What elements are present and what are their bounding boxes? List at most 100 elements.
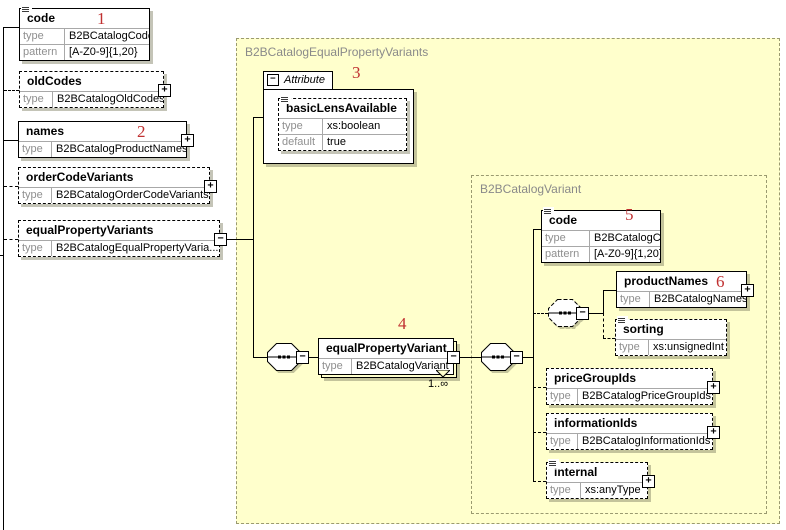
connector-line xyxy=(533,481,546,482)
connector-line xyxy=(4,186,18,187)
facet-name: type xyxy=(547,434,577,449)
expand-button-names[interactable]: + xyxy=(181,134,194,147)
element-name: equalPropertyVariant xyxy=(319,339,453,358)
element-name: names xyxy=(19,122,186,141)
expand-button-oldCodes[interactable]: + xyxy=(158,84,171,97)
element-informationIds[interactable]: informationIds type B2BCatalogInformatio… xyxy=(546,413,713,450)
facet-name: type xyxy=(616,340,648,355)
marker-2: 2 xyxy=(137,122,146,142)
outer-group-label: B2BCatalogEqualPropertyVariants xyxy=(245,45,428,59)
annotation-icon xyxy=(543,207,554,216)
element-name: equalPropertyVariants xyxy=(19,221,219,240)
element-names[interactable]: names type B2BCatalogProductNames xyxy=(18,121,187,158)
facet-value: B2BCatalogCode xyxy=(589,231,660,246)
connector-line xyxy=(589,313,603,314)
facet-value: B2BCatalogPriceGroupIds xyxy=(577,389,712,404)
annotation-icon xyxy=(280,95,291,104)
facet-value: B2BCatalogEqualPropertyVaria... xyxy=(51,241,219,256)
facet-value: xs:boolean xyxy=(322,119,406,134)
facet-row: type B2BCatalogInformationIds xyxy=(547,433,712,449)
expand-button-productNames[interactable]: + xyxy=(741,284,754,297)
element-sorting[interactable]: sorting type xs:unsignedInt xyxy=(615,319,727,356)
element-priceGroupIds[interactable]: priceGroupIds type B2BCatalogPriceGroupI… xyxy=(546,368,713,405)
facet-row: type B2BCatalogPriceGroupIds xyxy=(547,388,712,404)
connector-line xyxy=(253,357,267,358)
facet-value: B2BCatalogInformationIds xyxy=(577,434,712,449)
facet-row: type xs:anyType xyxy=(547,482,647,498)
element-name: internal xyxy=(547,463,647,482)
facet-row: type xs:unsignedInt xyxy=(616,339,726,355)
facet-row: type xs:boolean xyxy=(279,118,406,134)
connector-line xyxy=(533,229,541,230)
connector-line xyxy=(4,27,19,28)
facet-name: type xyxy=(547,483,580,498)
collapse-button-sequence[interactable]: − xyxy=(296,351,309,364)
facet-value: xs:anyType xyxy=(580,483,647,498)
element-equalPropertyVariant[interactable]: equalPropertyVariant type B2BCatalogVari… xyxy=(318,338,454,375)
connector-line xyxy=(227,239,254,240)
annotation-icon xyxy=(21,5,32,14)
facet-value: xs:unsignedInt xyxy=(648,340,726,355)
annotation-icon xyxy=(617,316,628,325)
element-code-variant[interactable]: code type B2BCatalogCode pattern [A-Z0-9… xyxy=(541,210,661,263)
expand-button-orderCodeVariants[interactable]: + xyxy=(204,180,217,193)
facet-name: pattern xyxy=(20,45,64,60)
element-basicLensAvailable[interactable]: basicLensAvailable type xs:boolean defau… xyxy=(278,98,407,151)
facet-name: type xyxy=(279,119,322,134)
connector-line xyxy=(603,290,616,291)
element-orderCodeVariants[interactable]: orderCodeVariants type B2BCatalogOrderCo… xyxy=(18,167,210,204)
schema-diagram-canvas: B2BCatalogEqualPropertyVariants B2BCatal… xyxy=(0,0,786,530)
facet-name: type xyxy=(19,241,51,256)
facet-value: [A-Z0-9]{1,20} xyxy=(64,45,149,60)
element-name: oldCodes xyxy=(20,72,163,91)
marker-6: 6 xyxy=(716,272,725,292)
element-name: priceGroupIds xyxy=(547,369,712,388)
facet-row: type B2BCatalogCode xyxy=(542,230,660,246)
connector-line xyxy=(603,313,604,338)
connector-line xyxy=(309,357,318,358)
collapse-button-attribute[interactable]: − xyxy=(267,74,279,86)
element-internal[interactable]: internal type xs:anyType xyxy=(546,462,648,499)
element-equalPropertyVariants[interactable]: equalPropertyVariants type B2BCatalogEqu… xyxy=(18,220,220,257)
annotation-icon xyxy=(548,459,559,468)
facet-row: type B2BCatalogOrderCodeVariants xyxy=(19,187,209,203)
connector-line xyxy=(460,357,481,358)
expand-button-internal[interactable]: + xyxy=(642,475,655,488)
connector-line xyxy=(533,229,534,481)
facet-row: type B2BCatalogVariant xyxy=(319,358,453,374)
facet-row: type B2BCatalogCode xyxy=(20,28,149,44)
facet-value: B2BCatalogNames xyxy=(649,292,746,307)
marker-4: 4 xyxy=(398,314,407,334)
collapse-button-sequence[interactable]: − xyxy=(576,307,589,320)
collapse-button-sequence[interactable]: − xyxy=(510,351,523,364)
element-productNames[interactable]: productNames type B2BCatalogNames xyxy=(616,271,747,308)
connector-line xyxy=(603,338,615,339)
facet-name: type xyxy=(19,188,51,203)
facet-row: default true xyxy=(279,134,406,150)
element-name: code xyxy=(20,9,149,28)
facet-value: [A-Z0-9]{1,20} xyxy=(589,247,660,262)
connector-line xyxy=(4,140,18,141)
occurrence-label: 1..∞ xyxy=(428,378,448,390)
facet-name: type xyxy=(542,231,589,246)
facet-name: type xyxy=(319,359,351,374)
element-name: orderCodeVariants xyxy=(19,168,209,187)
element-name: productNames xyxy=(617,272,746,291)
marker-3: 3 xyxy=(352,63,361,83)
facet-value: true xyxy=(322,135,406,150)
element-name: sorting xyxy=(616,320,726,339)
facet-value: B2BCatalogProductNames xyxy=(51,142,186,157)
facet-name: type xyxy=(547,389,577,404)
element-oldCodes[interactable]: oldCodes type B2BCatalogOldCodes xyxy=(19,71,164,108)
collapse-button-equalPropertyVariants[interactable]: − xyxy=(214,233,227,246)
expand-button-informationIds[interactable]: + xyxy=(707,426,720,439)
expand-button-priceGroupIds[interactable]: + xyxy=(707,381,720,394)
connector-line xyxy=(4,90,19,91)
collapse-button-equalPropertyVariant[interactable]: − xyxy=(447,351,460,364)
element-code[interactable]: code type B2BCatalogCode pattern [A-Z0-9… xyxy=(19,8,150,61)
connector-line xyxy=(533,313,548,314)
marker-5: 5 xyxy=(625,205,634,225)
connector-line xyxy=(523,357,533,358)
facet-value: B2BCatalogCode xyxy=(64,29,149,44)
facet-row: pattern [A-Z0-9]{1,20} xyxy=(20,44,149,60)
